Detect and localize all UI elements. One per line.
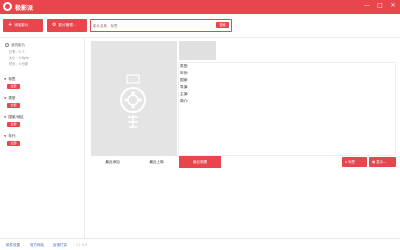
stat-size: 大小：0 Byte [9,56,29,60]
library-label: 我的影片 [11,43,26,47]
library-icon [5,43,9,47]
gear-icon: ⚙ [52,22,57,28]
sidebar: 我的影片 已有：0 个 大小：0 Byte 时长：0 分钟 ▼ 标签 全部 ▼ 类型… [0,38,85,238]
app-watermark-logo [120,74,146,128]
section-genre[interactable]: ▼ 类型 [4,96,16,101]
tag-button[interactable]: ⌂ 标签 [342,157,367,167]
minimize-button[interactable]: — [363,2,371,10]
thumbnail-placeholder [179,41,216,60]
tab-recently-released[interactable]: 最近上映 [135,156,178,168]
settings-link[interactable]: 软件设置 [6,243,20,248]
feedback-link[interactable]: 反馈打赏 [53,243,67,248]
detail-year: 年份: [180,71,189,75]
add-movie-button[interactable]: + 添加影片 [3,19,43,32]
add-movie-label: 添加影片 [14,23,29,27]
detail-genre: 类型: [180,64,189,68]
title-bar: 极影派 — □ ✕ [0,0,400,14]
movie-list-area [88,170,400,238]
toolbar: +添加影片 ⚙影片管理... 搜索 [0,14,400,38]
film-reel-icon [3,2,12,11]
display-button-label: 显示... [376,160,387,164]
website-link[interactable]: 官方网站 [30,243,44,248]
details-panel [178,62,396,156]
library-header[interactable]: 我的影片 [5,43,25,48]
tag-icon: ⌂ [345,160,348,164]
filter-country-all[interactable]: 全部 [7,122,20,127]
detail-synopsis: 简介: [180,99,189,103]
search-input[interactable] [93,21,211,30]
app-title: 极影派 [15,5,34,12]
detail-director: 导演: [180,85,189,89]
plus-icon: + [8,22,13,28]
caret-down-icon: ▼ [4,115,7,119]
manage-movies-button[interactable]: ⚙ 影片管理... [47,19,87,32]
version-label: V1.0.0 [76,243,88,247]
tab-recently-watched[interactable]: 最近观看 [179,156,221,168]
manage-movies-label: 影片管理... [58,23,77,27]
detail-country: 国家: [180,78,189,82]
caret-down-icon: ▼ [4,77,7,81]
search-button[interactable]: 搜索 [216,22,229,28]
tab-recently-added[interactable]: 最近添加 [91,156,134,168]
maximize-button[interactable]: □ [376,2,384,10]
section-year[interactable]: ▼ 年代 [4,134,16,139]
filter-tags-all[interactable]: 全部 [7,84,20,89]
filter-year-all[interactable]: 全部 [7,141,20,146]
grid-icon: ▦ [372,160,376,164]
close-button[interactable]: ✕ [389,2,397,10]
caret-down-icon: ▼ [4,96,7,100]
section-country[interactable]: ▼ 国家/地区 [4,115,24,120]
caret-down-icon: ▼ [4,134,7,138]
detail-cast: 主演: [180,92,189,96]
stat-duration: 时长：0 分钟 [9,62,28,66]
stat-count: 已有：0 个 [9,50,25,54]
display-button[interactable]: ▦ 显示... [369,157,396,167]
search-box: 搜索 [90,19,232,32]
sort-tabs: 最近添加 最近上映 最近观看 [91,156,221,168]
filter-genre-all[interactable]: 全部 [7,103,20,108]
section-tags[interactable]: ▼ 标签 [4,77,16,82]
window-controls: — □ ✕ [363,2,397,10]
status-bar: 软件设置 官方网站 反馈打赏 V1.0.0 [0,238,400,250]
tag-button-label: 标签 [348,160,356,164]
